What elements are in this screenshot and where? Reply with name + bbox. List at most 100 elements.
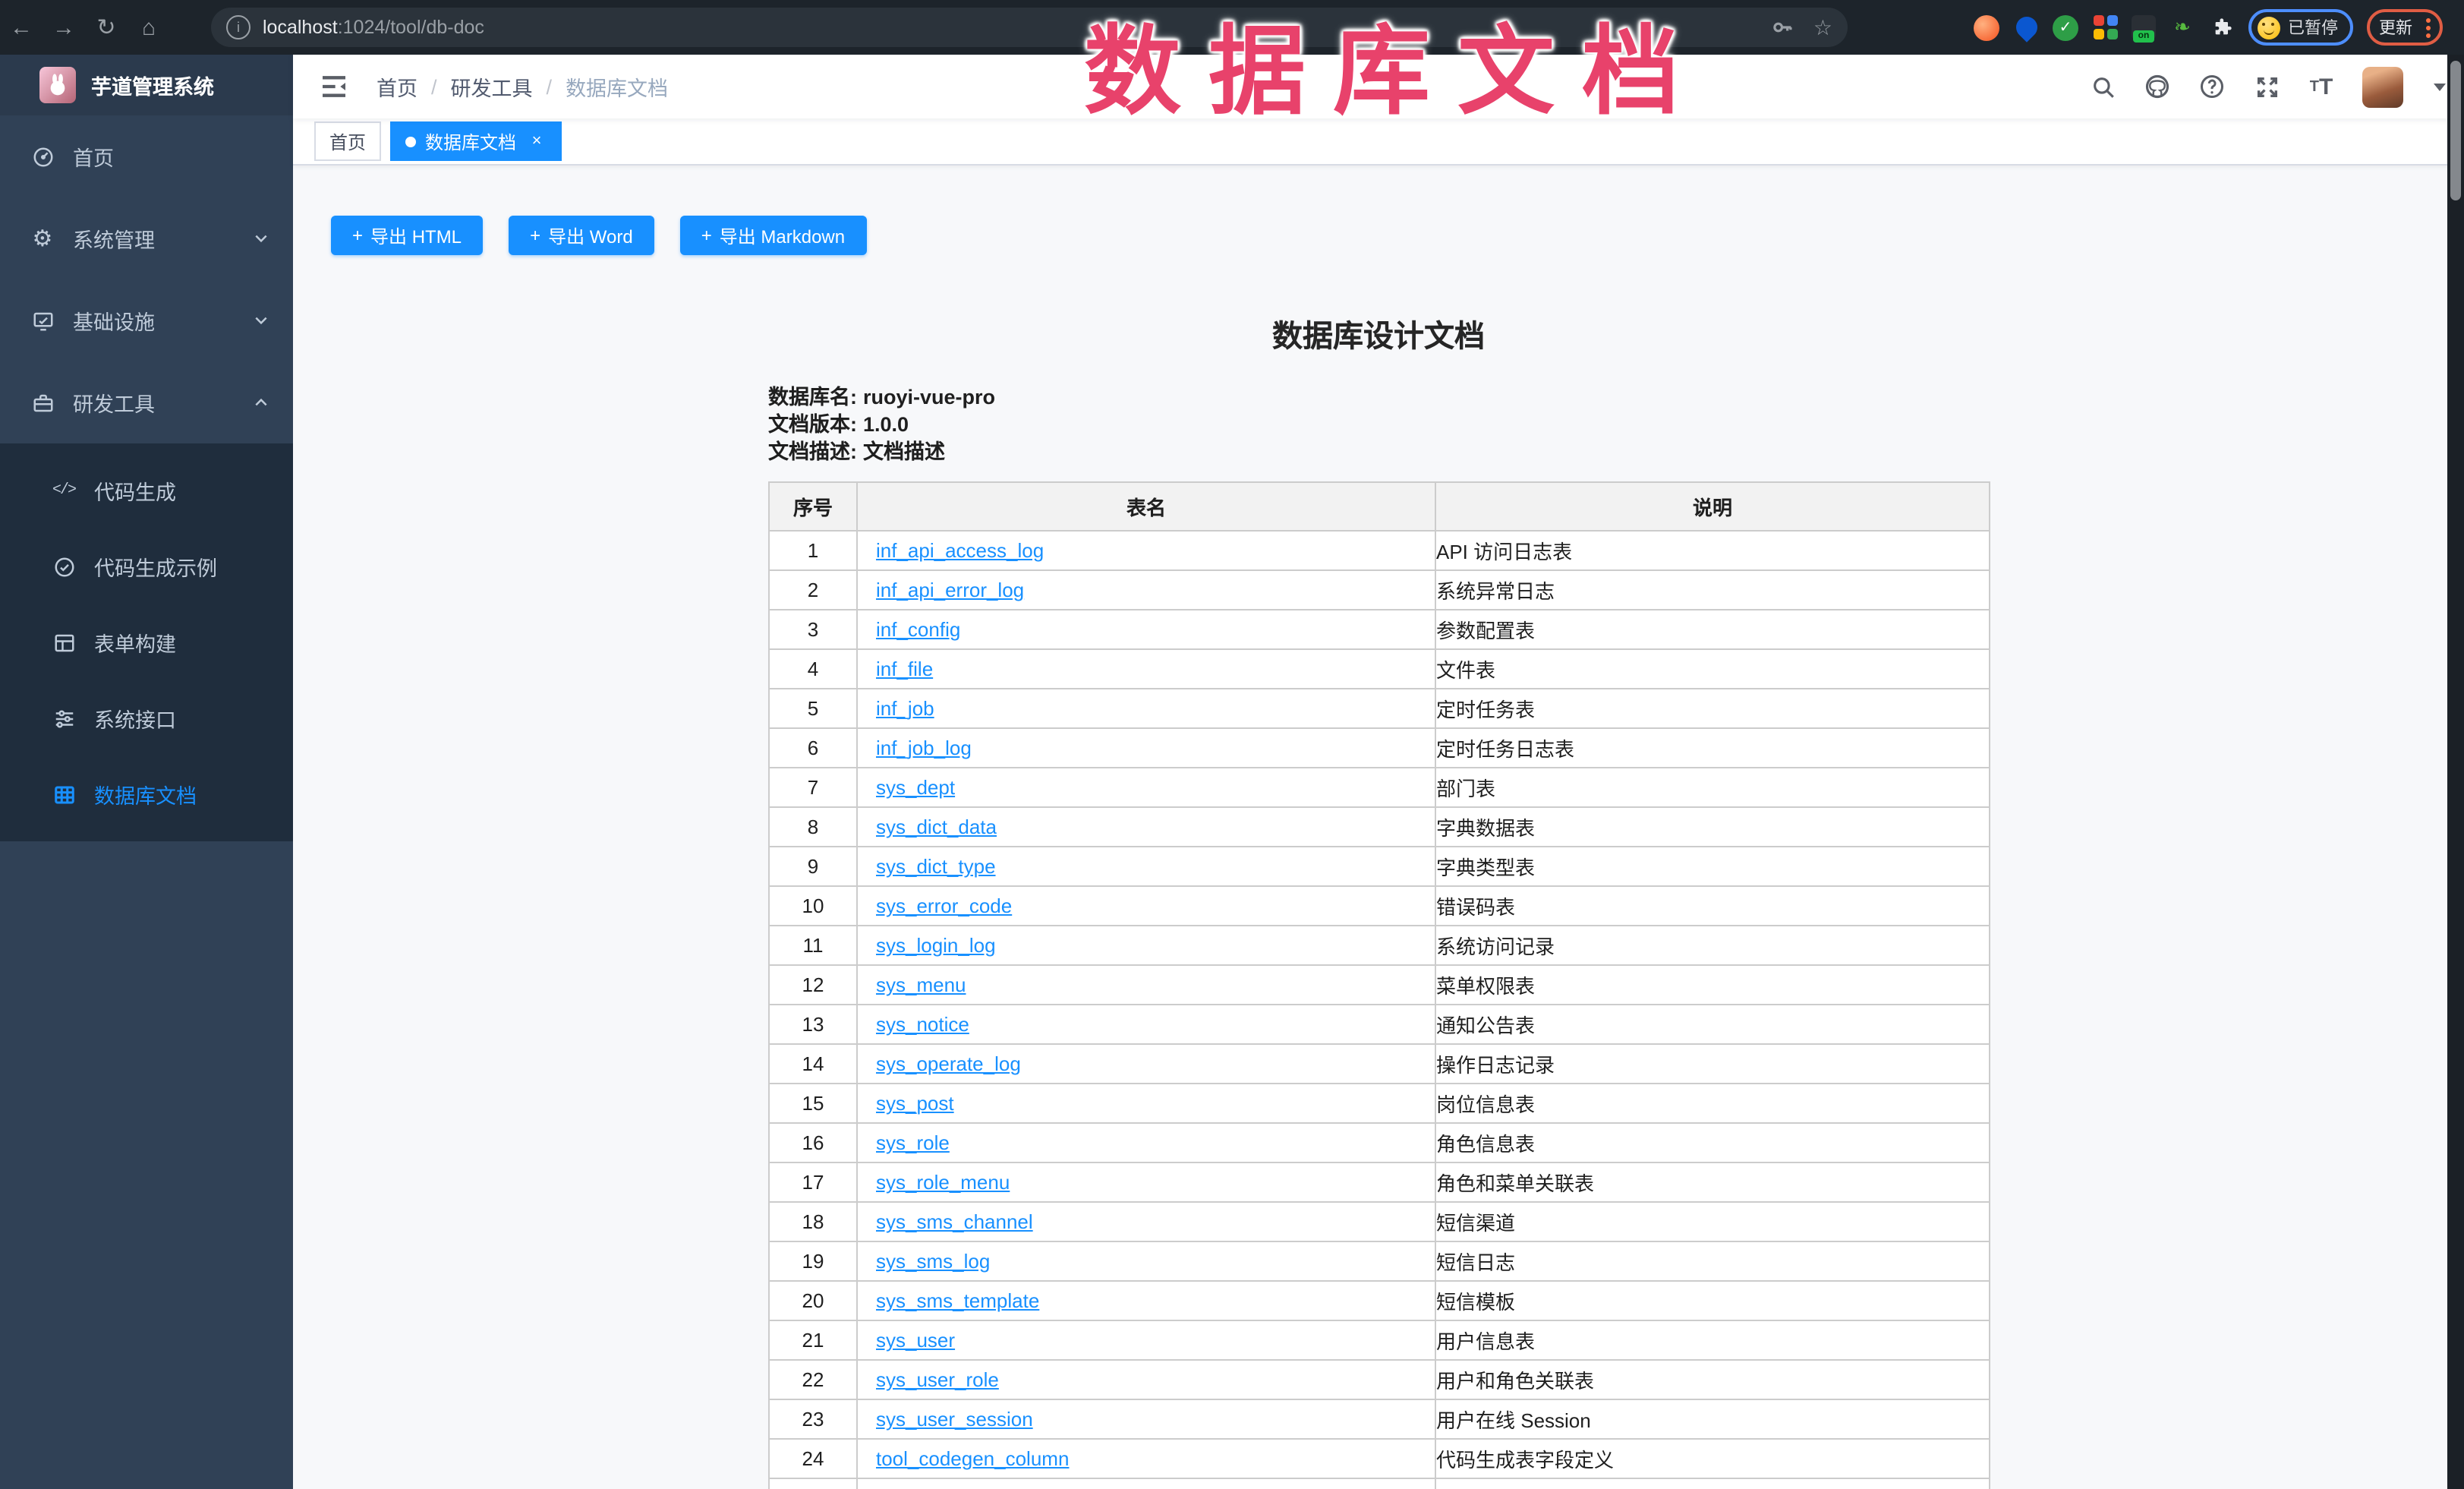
table-row: 24 tool_codegen_column 代码生成表字段定义: [769, 1439, 1990, 1478]
sidebar-item-system[interactable]: ⚙ 系统管理: [0, 197, 293, 279]
browser-menu-icon[interactable]: [2426, 17, 2431, 37]
table-name-link[interactable]: sys_role_menu: [858, 1171, 1010, 1194]
table-name-link[interactable]: inf_api_error_log: [858, 579, 1024, 601]
sidebar-item-infrastructure[interactable]: 基础设施: [0, 279, 293, 361]
table-row: 2 inf_api_error_log 系统异常日志: [769, 570, 1990, 610]
sidebar-item-codegen[interactable]: </> 代码生成: [0, 453, 293, 528]
export-html-button[interactable]: + 导出 HTML: [331, 216, 483, 255]
table-name-link[interactable]: sys_notice: [858, 1013, 969, 1036]
col-header-name: 表名: [857, 482, 1435, 531]
sidebar-item-codegen-demo[interactable]: 代码生成示例: [0, 528, 293, 604]
extension-orange-icon[interactable]: [1974, 14, 1999, 40]
sidebar-item-home[interactable]: 首页: [0, 115, 293, 197]
dashboard-icon: [30, 144, 55, 169]
user-menu-caret-icon[interactable]: [2434, 83, 2446, 90]
scrollbar-thumb[interactable]: [2450, 61, 2461, 200]
table-row: 6 inf_job_log 定时任务日志表: [769, 728, 1990, 768]
browser-update-button[interactable]: 更新: [2367, 9, 2443, 46]
doc-meta: 数据库名:ruoyi-vue-pro 文档版本:1.0.0 文档描述:文档描述: [768, 384, 995, 466]
table-name-link[interactable]: sys_user: [858, 1329, 955, 1352]
table-header-row: 序号 表名 说明: [769, 482, 1990, 531]
export-word-button[interactable]: + 导出 Word: [509, 216, 654, 255]
table-name-link[interactable]: sys_dept: [858, 776, 955, 799]
recorder-paused-badge[interactable]: 已暂停: [2248, 9, 2353, 46]
browser-forward-icon[interactable]: →: [43, 14, 85, 40]
sidebar-item-form-builder[interactable]: 表单构建: [0, 604, 293, 680]
github-icon[interactable]: [2144, 73, 2171, 100]
app-window: 芋道管理系统 首页 ⚙ 系统管理 基础设施: [0, 55, 2464, 1489]
extension-leaf-icon[interactable]: ❧: [2169, 14, 2195, 40]
table-row: 25 tool_codegen_table 代码生成表定义: [769, 1478, 1990, 1489]
doc-meta-line: 文档版本:1.0.0: [768, 412, 995, 439]
font-size-icon[interactable]: TT: [2308, 73, 2335, 100]
fullscreen-icon[interactable]: [2253, 73, 2280, 100]
sidebar-item-label: 系统管理: [73, 223, 155, 254]
extension-on-icon[interactable]: on: [2132, 15, 2156, 39]
table-name-link[interactable]: inf_job_log: [858, 737, 972, 759]
doc-title: 数据库设计文档: [768, 311, 1989, 355]
table-name-link[interactable]: inf_file: [858, 658, 933, 680]
browser-home-icon[interactable]: ⌂: [128, 14, 170, 40]
page-scrollbar[interactable]: [2447, 55, 2464, 1489]
key-icon[interactable]: [1771, 15, 1795, 39]
breadcrumb-separator: /: [547, 75, 553, 98]
table-row: 3 inf_config 参数配置表: [769, 610, 1990, 649]
help-icon[interactable]: [2198, 73, 2226, 100]
tag-home[interactable]: 首页: [314, 121, 381, 161]
breadcrumb-home[interactable]: 首页: [377, 71, 417, 102]
table-name-link[interactable]: sys_menu: [858, 973, 966, 996]
screen: ← → ↻ ⌂ i localhost:1024/tool/db-doc ☆ ✓…: [0, 0, 2464, 1489]
tag-close-icon[interactable]: ×: [527, 131, 547, 151]
doc-table-body: 1 inf_api_access_log API 访问日志表 2 inf_api…: [769, 531, 1990, 1489]
table-name-link[interactable]: sys_user_role: [858, 1368, 999, 1391]
browser-reload-icon[interactable]: ↻: [85, 14, 128, 41]
extension-pin-icon[interactable]: [2013, 14, 2039, 40]
table-row: 17 sys_role_menu 角色和菜单关联表: [769, 1162, 1990, 1202]
table-name-link[interactable]: sys_role: [858, 1131, 950, 1154]
table-name-link[interactable]: tool_codegen_column: [858, 1447, 1069, 1470]
table-name-link[interactable]: inf_api_access_log: [858, 539, 1044, 562]
sidebar-item-system-api[interactable]: 系统接口: [0, 680, 293, 756]
toolbox-icon: [30, 390, 55, 415]
tag-db-doc[interactable]: 数据库文档 ×: [390, 121, 562, 161]
app-logo-row[interactable]: 芋道管理系统: [0, 55, 293, 115]
emoji-extension-icon: [2258, 16, 2280, 39]
sidebar-item-devtools[interactable]: 研发工具: [0, 361, 293, 443]
browser-back-icon[interactable]: ←: [0, 14, 43, 40]
table-name-link[interactable]: sys_post: [858, 1092, 954, 1115]
table-name-link[interactable]: sys_error_code: [858, 894, 1012, 917]
chevron-up-icon: [254, 395, 269, 410]
extensions-puzzle-icon[interactable]: [2209, 14, 2235, 40]
extension-check-icon[interactable]: ✓: [2053, 14, 2078, 40]
plus-icon: +: [530, 225, 540, 246]
site-info-icon[interactable]: i: [226, 15, 250, 39]
table-row: 15 sys_post 岗位信息表: [769, 1084, 1990, 1123]
bookmark-star-icon[interactable]: ☆: [1813, 14, 1832, 40]
watermark-annotation: 数据库文档: [1084, 0, 1706, 134]
plus-icon: +: [352, 225, 363, 246]
sidebar-collapse-icon[interactable]: [319, 71, 349, 102]
table-name-link[interactable]: sys_login_log: [858, 934, 996, 957]
user-avatar[interactable]: [2362, 66, 2403, 107]
table-name-link[interactable]: sys_dict_data: [858, 815, 997, 838]
table-name-link[interactable]: inf_config: [858, 618, 960, 641]
table-row: 19 sys_sms_log 短信日志: [769, 1241, 1990, 1281]
table-name-link[interactable]: inf_job: [858, 697, 934, 720]
breadcrumb-devtools[interactable]: 研发工具: [451, 71, 533, 102]
sidebar-item-db-doc[interactable]: 数据库文档: [0, 756, 293, 832]
navbar-tools: TT: [2089, 66, 2446, 107]
tables-index-table: 序号 表名 说明 1 inf_api_access_log API 访问日志表 …: [768, 481, 1990, 1489]
table-name-link[interactable]: sys_sms_template: [858, 1289, 1039, 1312]
table-name-link[interactable]: sys_sms_log: [858, 1250, 990, 1273]
table-name-link[interactable]: sys_operate_log: [858, 1052, 1021, 1075]
sliders-icon: [52, 706, 76, 730]
search-icon[interactable]: [2089, 73, 2116, 100]
export-markdown-button[interactable]: + 导出 Markdown: [680, 216, 866, 255]
table-name-link[interactable]: sys_user_session: [858, 1408, 1033, 1431]
tag-label: 数据库文档: [425, 128, 516, 154]
table-name-link[interactable]: sys_sms_channel: [858, 1210, 1033, 1233]
extension-grid-icon[interactable]: [2092, 14, 2118, 40]
table-name-link[interactable]: sys_dict_type: [858, 855, 996, 878]
table-row: 9 sys_dict_type 字典类型表: [769, 847, 1990, 886]
sidebar-item-label: 表单构建: [94, 627, 176, 658]
